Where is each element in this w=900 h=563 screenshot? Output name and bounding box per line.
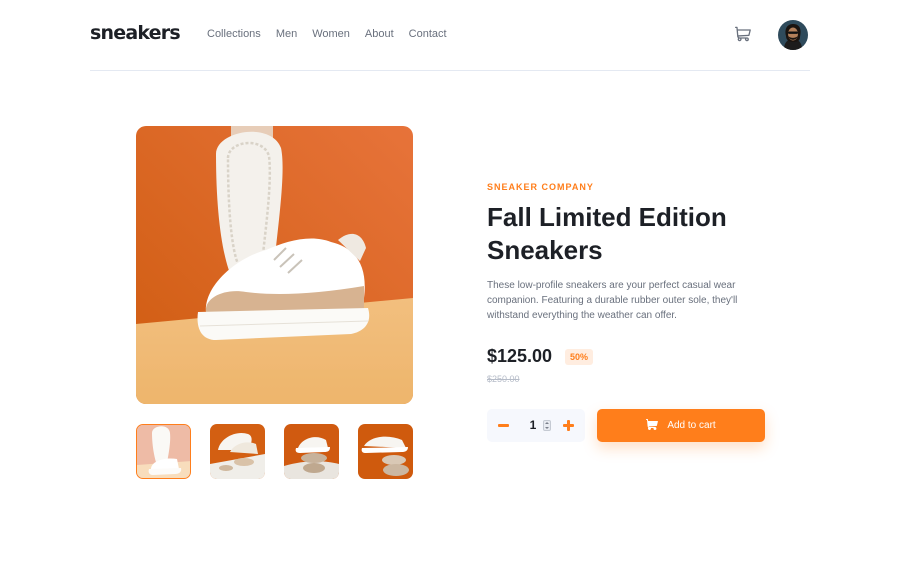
discount-badge: 50% xyxy=(565,349,594,365)
original-price: $250.00 xyxy=(487,374,520,384)
thumbnail-2[interactable] xyxy=(210,424,265,479)
product-title: Fall Limited Edition Sneakers xyxy=(487,202,727,265)
add-to-cart-label: Add to cart xyxy=(667,420,716,431)
product-description: These low-profile sneakers are your perf… xyxy=(487,280,738,321)
current-price: $125.00 xyxy=(487,346,553,366)
minus-icon[interactable] xyxy=(497,418,512,433)
add-to-cart-button[interactable]: Add to cart xyxy=(597,409,765,442)
user-avatar[interactable] xyxy=(778,20,808,50)
company-name: SNEAKER COMPANY xyxy=(487,182,594,192)
logo[interactable]: sneakers xyxy=(90,22,181,44)
cart-icon[interactable] xyxy=(735,26,751,42)
thumbnail-4[interactable] xyxy=(358,424,413,479)
main-nav: Collections Men Women About Contact xyxy=(207,28,447,40)
quantity-input[interactable] xyxy=(521,417,545,433)
nav-link-collections[interactable]: Collections xyxy=(207,28,261,40)
quantity-stepper xyxy=(487,409,585,442)
thumbnail-1[interactable] xyxy=(136,424,191,479)
nav-link-about[interactable]: About xyxy=(365,28,394,40)
nav-link-contact[interactable]: Contact xyxy=(409,28,447,40)
cart-button-icon xyxy=(646,418,659,433)
thumbnail-strip xyxy=(136,424,413,479)
site-header: sneakers Collections Men Women About Con… xyxy=(90,0,810,71)
nav-link-men[interactable]: Men xyxy=(276,28,297,40)
plus-icon[interactable] xyxy=(562,418,577,433)
nav-link-women[interactable]: Women xyxy=(312,28,350,40)
main-product-image[interactable] xyxy=(136,126,413,404)
spinner-arrows-icon[interactable] xyxy=(543,420,551,431)
thumbnail-3[interactable] xyxy=(284,424,339,479)
